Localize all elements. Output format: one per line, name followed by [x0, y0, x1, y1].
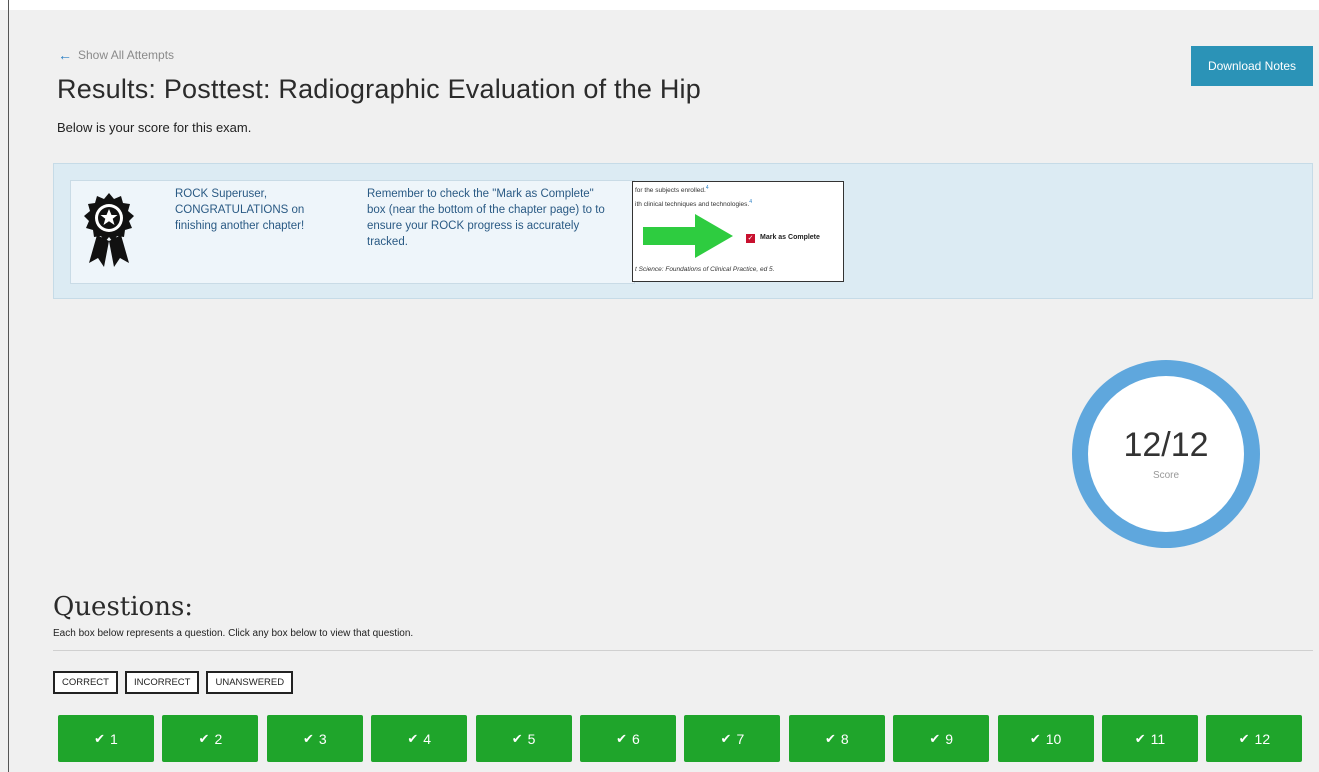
question-number: 8	[840, 730, 849, 747]
award-ribbon-icon	[84, 193, 134, 267]
question-number: 5	[527, 730, 536, 747]
arrow-left-icon: ←	[58, 47, 72, 63]
green-arrow-icon	[643, 214, 733, 258]
checkbox-checked-icon: ✓	[746, 234, 755, 243]
check-icon: ✔	[302, 730, 314, 746]
mark-complete-reminder: Remember to check the "Mark as Complete"…	[367, 188, 605, 248]
question-number: 4	[423, 730, 432, 747]
check-icon: ✔	[94, 730, 106, 746]
top-strip	[0, 0, 1319, 10]
score-value: 12/12	[1123, 426, 1209, 464]
question-number: 1	[110, 730, 118, 747]
filter-correct-button[interactable]: CORRECT	[53, 671, 118, 694]
question-number: 12	[1254, 730, 1271, 747]
question-number: 9	[945, 730, 954, 747]
question-box[interactable]: ✔ 4	[371, 715, 468, 762]
show-all-attempts-label: Show All Attempts	[78, 48, 175, 62]
question-box[interactable]: ✔ 3	[266, 715, 363, 762]
question-number: 3	[318, 730, 327, 747]
show-all-attempts-link[interactable]: ← Show All Attempts	[58, 47, 174, 63]
filter-unanswered-button[interactable]: UNANSWERED	[206, 671, 294, 694]
congratulations-text: ROCK Superuser, CONGRATULATIONS on finis…	[175, 188, 305, 232]
question-box[interactable]: ✔ 1	[58, 715, 154, 762]
left-border	[8, 0, 9, 772]
check-icon: ✔	[616, 730, 628, 746]
question-box[interactable]: ✔ 2	[162, 715, 259, 762]
question-box[interactable]: ✔ 6	[580, 715, 676, 762]
question-filters: CORRECT INCORRECT UNANSWERED	[53, 671, 294, 694]
question-box[interactable]: ✔ 7	[684, 715, 781, 762]
download-notes-button[interactable]: Download Notes	[1191, 46, 1313, 86]
snippet-checkbox-label: Mark as Complete	[760, 234, 820, 241]
check-icon: ✔	[1238, 730, 1250, 746]
page-title: Results: Posttest: Radiographic Evaluati…	[57, 74, 701, 104]
snippet-line: for the subjects enrolled.4	[635, 185, 709, 195]
questions-heading: Questions:	[53, 592, 194, 622]
check-icon: ✔	[511, 730, 523, 746]
mark-as-complete-screenshot: for the subjects enrolled.4 ith clinical…	[632, 181, 844, 282]
check-icon: ✔	[407, 730, 419, 746]
banner-message-card: ROCK Superuser, CONGRATULATIONS on finis…	[70, 180, 635, 284]
score-label: Score	[1152, 470, 1180, 481]
page-subtitle: Below is your score for this exam.	[57, 120, 252, 135]
check-icon: ✔	[720, 730, 732, 746]
divider	[53, 650, 1313, 651]
question-box[interactable]: ✔ 12	[1206, 715, 1303, 762]
questions-help-text: Each box below represents a question. Cl…	[53, 628, 414, 639]
score-ring-center: 12/12 Score	[1088, 376, 1244, 532]
question-number: 11	[1150, 730, 1166, 747]
question-box[interactable]: ✔ 11	[1102, 715, 1198, 762]
snippet-footer: t Science: Foundations of Clinical Pract…	[635, 266, 775, 273]
question-number: 2	[214, 730, 223, 747]
filter-incorrect-button[interactable]: INCORRECT	[124, 671, 200, 694]
question-number: 6	[632, 730, 640, 747]
question-box[interactable]: ✔ 9	[893, 715, 990, 762]
question-box[interactable]: ✔ 10	[997, 715, 1094, 762]
question-box[interactable]: ✔ 5	[475, 715, 572, 762]
check-icon: ✔	[198, 730, 210, 746]
check-icon: ✔	[1029, 730, 1041, 746]
question-box[interactable]: ✔ 8	[788, 715, 885, 762]
check-icon: ✔	[824, 730, 836, 746]
snippet-line: ith clinical techniques and technologies…	[635, 199, 752, 209]
question-number: 10	[1045, 730, 1062, 747]
check-icon: ✔	[1134, 730, 1146, 746]
check-icon: ✔	[929, 730, 941, 746]
question-number: 7	[736, 730, 745, 747]
score-ring: 12/12 Score	[1072, 360, 1260, 548]
